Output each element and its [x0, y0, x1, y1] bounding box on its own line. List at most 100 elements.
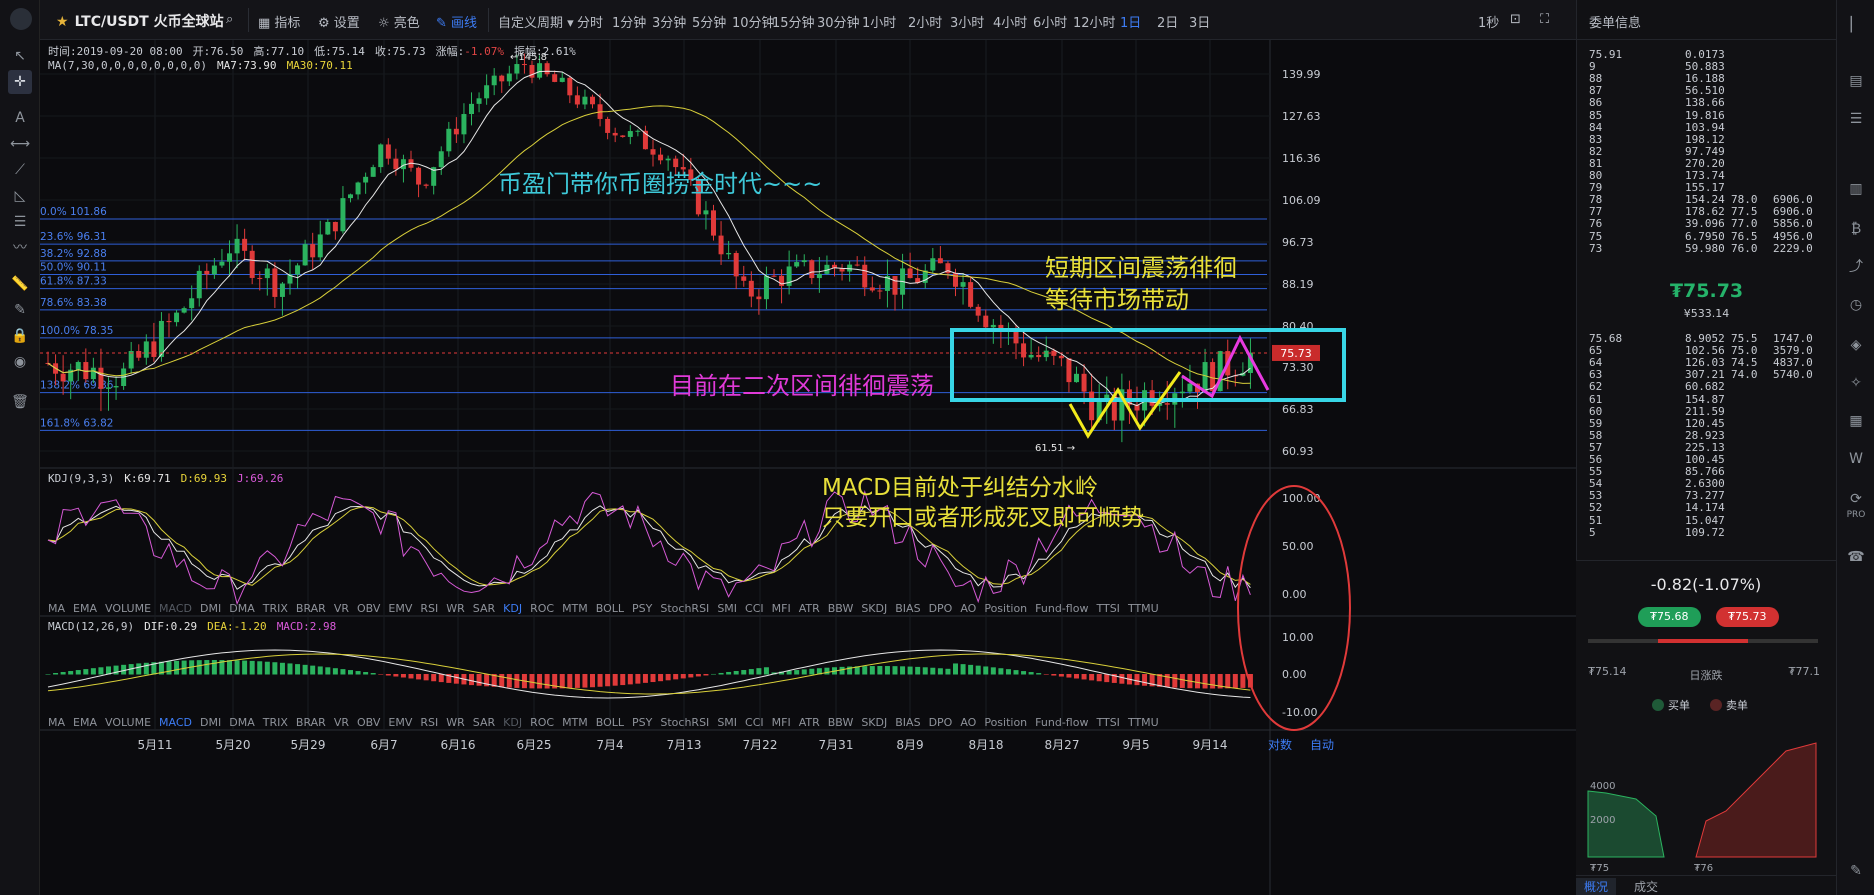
indicator-tab[interactable]: DMA: [229, 716, 255, 729]
indicator-tab[interactable]: MACD: [159, 602, 192, 615]
order-row[interactable]: 5 109.72: [1589, 526, 1731, 539]
indicator-tab[interactable]: PSY: [632, 716, 652, 729]
indicator-tab[interactable]: MFI: [772, 716, 791, 729]
compass-icon[interactable]: ✧: [1845, 372, 1867, 394]
indicator-tab[interactable]: MACD: [159, 716, 192, 729]
indicator-tab[interactable]: TTMU: [1128, 716, 1159, 729]
order-row[interactable]: 86 138.66: [1589, 97, 1731, 109]
period-tab[interactable]: 分时: [577, 12, 603, 31]
refresh-interval[interactable]: 1秒: [1478, 12, 1499, 31]
symbol-title[interactable]: ★ LTC/USDT 火币全球站: [56, 11, 224, 31]
indicator-tab[interactable]: TRIX: [263, 602, 288, 615]
indicator-tab[interactable]: MFI: [772, 602, 791, 615]
indicator-tab[interactable]: ATR: [799, 602, 820, 615]
period-tab[interactable]: 12小时: [1073, 12, 1116, 31]
favorite-star-icon[interactable]: ★: [56, 14, 69, 30]
list-icon[interactable]: ☰: [1845, 108, 1867, 130]
indicator-tab[interactable]: ROC: [530, 602, 554, 615]
order-row[interactable]: 82 97.749: [1589, 145, 1731, 158]
indicator-tab[interactable]: WR: [446, 716, 465, 729]
period-tab[interactable]: 2小时: [908, 12, 942, 31]
order-row[interactable]: 58 28.923: [1589, 429, 1731, 442]
indicator-tab[interactable]: TTMU: [1128, 602, 1159, 615]
order-row[interactable]: 61 154.87: [1589, 393, 1731, 406]
custom-period-dropdown[interactable]: 自定义周期 ▾: [498, 12, 574, 31]
order-row[interactable]: 83 198.12: [1589, 133, 1731, 146]
indicator-tab[interactable]: Position: [984, 716, 1027, 729]
period-tab[interactable]: 1小时: [862, 12, 896, 31]
period-tab[interactable]: 3日: [1189, 12, 1210, 31]
period-tab[interactable]: 1分钟: [612, 12, 646, 31]
indicator-tab[interactable]: TTSI: [1096, 602, 1119, 615]
indicator-tab[interactable]: VOLUME: [105, 602, 151, 615]
bitcoin-icon[interactable]: ₿: [1845, 218, 1867, 240]
indicator-tab[interactable]: DPO: [929, 602, 953, 615]
indicator-tab[interactable]: EMA: [73, 716, 97, 729]
indicator-tab[interactable]: OBV: [357, 716, 380, 729]
order-row[interactable]: 60 211.59: [1589, 405, 1731, 418]
indicator-tab[interactable]: SAR: [473, 602, 495, 615]
indicator-tab[interactable]: StochRSI: [660, 716, 709, 729]
indicator-tab[interactable]: Fund-flow: [1035, 602, 1088, 615]
fib-icon[interactable]: ☰: [8, 210, 32, 234]
order-row[interactable]: 51 15.047: [1589, 514, 1731, 527]
indicator-tab[interactable]: BOLL: [596, 716, 624, 729]
ruler-icon[interactable]: 📏: [8, 272, 32, 296]
tab-overview[interactable]: 概况: [1576, 878, 1617, 895]
layout-icon[interactable]: ▤: [1845, 70, 1867, 92]
period-tab[interactable]: 3分钟: [652, 12, 686, 31]
indicator-tab[interactable]: SKDJ: [861, 716, 887, 729]
period-tab[interactable]: 1日: [1120, 12, 1141, 31]
order-row[interactable]: 52 14.174: [1589, 502, 1731, 514]
period-tab[interactable]: 15分钟: [772, 12, 815, 31]
indicator-tab[interactable]: RSI: [420, 716, 438, 729]
search-icon[interactable]: ⌕: [226, 12, 233, 27]
indicators-button[interactable]: ▦ 指标: [258, 12, 300, 31]
pro-icon[interactable]: PRO: [1845, 504, 1867, 526]
indicator-tab[interactable]: SMI: [717, 716, 737, 729]
indicator-tab[interactable]: EMV: [388, 716, 412, 729]
indicator-tab[interactable]: BRAR: [296, 716, 326, 729]
indicator-tab[interactable]: MTM: [562, 716, 588, 729]
tab-trades[interactable]: 成交: [1634, 878, 1658, 895]
indicator-tab[interactable]: DMI: [200, 602, 221, 615]
auto-scale-button[interactable]: 自动: [1310, 738, 1334, 752]
trash-icon[interactable]: 🗑: [8, 390, 32, 414]
depth-chart[interactable]: 4000 2000 ₮75 ₮76: [1576, 721, 1836, 871]
indicator-tab[interactable]: OBV: [357, 602, 380, 615]
indicator-tab[interactable]: PSY: [632, 602, 652, 615]
fullscreen-icon[interactable]: ⛶: [1540, 12, 1549, 27]
indicator-tab[interactable]: BBW: [828, 716, 854, 729]
indicator-tab[interactable]: MA: [48, 602, 65, 615]
indicator-tab[interactable]: BRAR: [296, 602, 326, 615]
order-row[interactable]: 62 60.682: [1589, 381, 1731, 393]
phone-icon[interactable]: ☎: [1845, 546, 1867, 568]
text-icon[interactable]: A: [8, 106, 32, 130]
theme-button[interactable]: ☼ 亮色: [378, 12, 420, 31]
log-scale-button[interactable]: 对数: [1268, 737, 1292, 752]
share-icon[interactable]: ⤴: [1845, 256, 1867, 278]
indicator-tab[interactable]: SAR: [473, 716, 495, 729]
order-row[interactable]: 84 103.94: [1589, 121, 1731, 134]
indicator-tab[interactable]: ATR: [799, 716, 820, 729]
indicator-tab[interactable]: BBW: [828, 602, 854, 615]
wave-icon[interactable]: 〰: [8, 236, 32, 260]
trend-line-icon[interactable]: ⟋: [8, 158, 32, 182]
collapse-icon[interactable]: ▏: [1845, 14, 1867, 36]
settings-button[interactable]: ⚙ 设置: [318, 12, 360, 31]
period-tab[interactable]: 6小时: [1033, 12, 1067, 31]
indicator-tab[interactable]: CCI: [745, 716, 764, 729]
indicator-tab[interactable]: DMI: [200, 716, 221, 729]
indicator-tab[interactable]: WR: [446, 602, 465, 615]
period-tab[interactable]: 4小时: [993, 12, 1027, 31]
crosshair-icon[interactable]: ✛: [8, 70, 32, 94]
tool-icon[interactable]: ✎: [1845, 860, 1867, 882]
window-icon[interactable]: W: [1845, 448, 1867, 470]
horizontal-line-icon[interactable]: ⟷: [8, 132, 32, 156]
indicator-tab[interactable]: MTM: [562, 602, 588, 615]
indicator-tab[interactable]: EMV: [388, 602, 412, 615]
lock-icon[interactable]: 🔒: [8, 324, 32, 348]
order-row[interactable]: 85 19.816: [1589, 109, 1731, 122]
period-tab[interactable]: 30分钟: [817, 12, 860, 31]
indicator-tab[interactable]: AO: [960, 602, 976, 615]
